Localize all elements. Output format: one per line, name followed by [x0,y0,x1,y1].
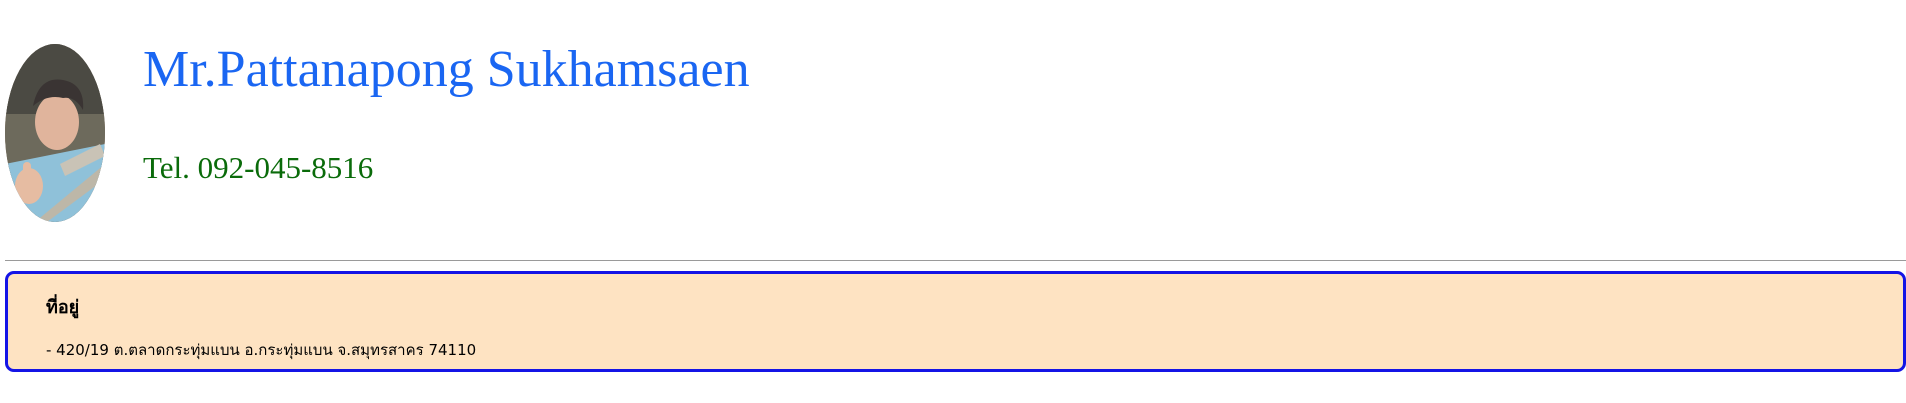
avatar [5,44,105,222]
profile-name: Mr.Pattanapong Sukhamsaen [143,41,750,98]
address-title: ที่อยู่ [46,297,80,318]
address-line: - 420/19 ต.ตลาดกระทุ่มแบน อ.กระทุ่มแบน จ… [46,341,477,359]
profile-phone: Tel. 092-045-8516 [143,150,374,185]
divider [5,260,1906,261]
address-box: ที่อยู่ - 420/19 ต.ตลาดกระทุ่มแบน อ.กระท… [5,271,1906,372]
avatar-photo [5,44,105,222]
profile-header: Mr.Pattanapong Sukhamsaen Tel. 092-045-8… [0,0,1906,261]
